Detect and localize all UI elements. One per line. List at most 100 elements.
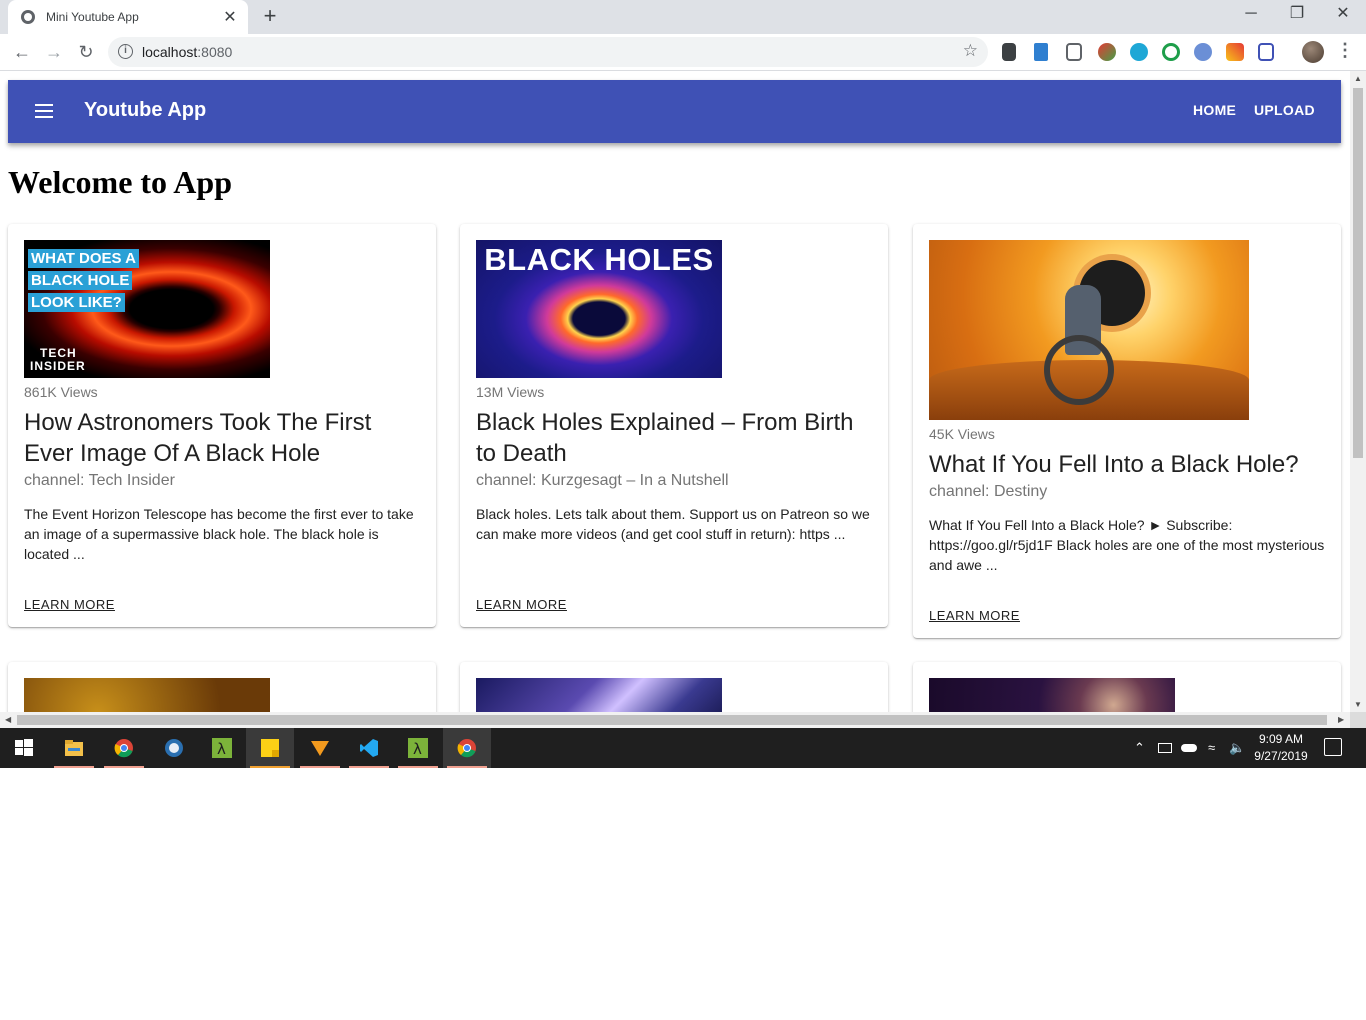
clock-time: 9:09 AM	[1258, 732, 1304, 746]
taskbar-file-explorer[interactable]	[50, 728, 98, 768]
reload-icon[interactable]: ↻	[73, 39, 99, 65]
bookmark-star-icon[interactable]: ☆	[963, 41, 978, 61]
hamburger-menu-icon[interactable]	[35, 104, 53, 118]
video-title: Black Holes Explained – From Birth to De…	[476, 409, 854, 467]
action-center-icon[interactable]	[1324, 738, 1342, 756]
url-host: localhost	[142, 44, 198, 60]
new-tab-button[interactable]: +	[258, 4, 282, 28]
battery-icon[interactable]	[1158, 743, 1172, 753]
extension-icon-2[interactable]	[1034, 43, 1048, 61]
vertical-scrollbar[interactable]: ▲ ▼	[1350, 71, 1366, 712]
taskbar-vscode[interactable]	[345, 728, 393, 768]
chevron-up-icon[interactable]: ⌃	[1134, 740, 1145, 756]
taskbar-app-blue[interactable]	[150, 728, 198, 768]
video-title: How Astronomers Took The First Ever Imag…	[24, 409, 372, 467]
nav-home[interactable]: HOME	[1193, 102, 1236, 118]
app-bar: Youtube App HOME UPLOAD	[8, 80, 1341, 143]
running-indicator	[250, 766, 290, 768]
extension-icon-4[interactable]	[1098, 43, 1116, 61]
running-indicator	[54, 766, 94, 768]
thumbnail-caption: LOOK LIKE?	[28, 293, 125, 312]
taskbar-chrome-active[interactable]	[443, 728, 491, 768]
system-clock[interactable]: 9:09 AM 9/27/2019	[1248, 731, 1314, 765]
scrollbar-thumb[interactable]	[1353, 88, 1363, 458]
globe-icon	[21, 10, 35, 24]
nav-upload[interactable]: UPLOAD	[1254, 102, 1315, 118]
brand-line: INSIDER	[30, 359, 86, 373]
taskbar-chrome[interactable]	[100, 728, 148, 768]
extension-icon-6[interactable]	[1162, 43, 1180, 61]
volume-muted-icon[interactable]: 🔈	[1229, 740, 1245, 756]
video-card	[913, 662, 1341, 712]
vscode-icon	[360, 739, 378, 757]
extension-icon-8[interactable]	[1226, 43, 1244, 61]
thumbnail-caption: BLACK HOLE	[28, 271, 133, 290]
taskbar-sticky-notes[interactable]	[246, 728, 294, 768]
learn-more-button[interactable]: LEARN MORE	[476, 597, 567, 612]
extension-icon-9[interactable]	[1258, 43, 1274, 61]
video-thumbnail[interactable]	[929, 678, 1175, 712]
video-card: BLACK HOLES 13M Views Black Holes Explai…	[460, 224, 888, 627]
info-icon[interactable]: i	[118, 44, 133, 59]
thumbnail-caption: WHAT DOES A	[28, 249, 139, 268]
channel-name: channel: Kurzgesagt – In a Nutshell	[476, 472, 729, 489]
horizontal-scrollbar[interactable]: ◀ ▶	[0, 712, 1350, 728]
restore-button[interactable]: ❐	[1274, 0, 1320, 30]
video-card: 45K Views What If You Fell Into a Black …	[913, 224, 1341, 638]
browser-tab-strip: Mini Youtube App ✕ + ─ ❐ ✕	[0, 0, 1366, 34]
minimize-button[interactable]: ─	[1228, 0, 1274, 30]
browser-tab[interactable]: Mini Youtube App ✕	[8, 0, 248, 34]
scroll-down-icon[interactable]: ▼	[1354, 700, 1362, 709]
taskbar: λ λ ⌃ ≈ 🔈 9:09 AM 9/27/2019	[0, 728, 1366, 768]
learn-more-button[interactable]: LEARN MORE	[929, 608, 1020, 623]
scroll-up-icon[interactable]: ▲	[1354, 74, 1362, 83]
scrollbar-thumb[interactable]	[17, 715, 1327, 725]
running-indicator	[349, 766, 389, 768]
tab-title: Mini Youtube App	[46, 10, 139, 24]
lambda-icon: λ	[408, 738, 428, 758]
video-thumbnail[interactable]	[929, 240, 1249, 420]
app-icon	[165, 739, 183, 757]
profile-avatar[interactable]	[1302, 41, 1324, 63]
video-thumbnail[interactable]: WHAT DOES A BLACK HOLE LOOK LIKE? TECH IN…	[24, 240, 270, 378]
video-thumbnail[interactable]	[476, 678, 722, 712]
tab-close-icon[interactable]: ✕	[222, 7, 238, 27]
forward-arrow-icon[interactable]: →	[41, 39, 67, 65]
video-thumbnail[interactable]	[24, 678, 270, 712]
thumbnail-caption: BLACK HOLES	[484, 242, 714, 277]
browser-menu-icon[interactable]: ⋮	[1336, 40, 1354, 61]
close-window-button[interactable]: ✕	[1320, 0, 1366, 30]
video-description: What If You Fell Into a Black Hole? ► Su…	[929, 517, 1325, 573]
extension-icon-3[interactable]	[1066, 43, 1082, 61]
scrollbar-corner	[1350, 712, 1366, 728]
taskbar-app-w[interactable]	[296, 728, 344, 768]
extension-icon-5[interactable]	[1130, 43, 1148, 61]
running-indicator	[398, 766, 438, 768]
video-description: The Event Horizon Telescope has become t…	[24, 506, 414, 562]
video-thumbnail[interactable]: BLACK HOLES	[476, 240, 722, 378]
start-button[interactable]	[0, 728, 48, 768]
channel-name: channel: Tech Insider	[24, 472, 175, 489]
taskbar-lambda-app-2[interactable]: λ	[394, 728, 442, 768]
thumbnail-brand: TECH INSIDER	[30, 347, 86, 373]
view-count: 13M Views	[476, 384, 545, 400]
learn-more-button[interactable]: LEARN MORE	[24, 597, 115, 612]
scroll-right-icon[interactable]: ▶	[1338, 715, 1344, 724]
clock-date: 9/27/2019	[1254, 749, 1308, 763]
chrome-icon	[114, 739, 133, 758]
scroll-left-icon[interactable]: ◀	[5, 715, 11, 724]
running-indicator	[104, 766, 144, 768]
address-bar[interactable]: i localhost:8080 ☆	[108, 37, 988, 67]
url-port: :8080	[197, 44, 233, 60]
cloud-icon[interactable]	[1181, 744, 1197, 752]
view-count: 861K Views	[24, 384, 98, 400]
wifi-icon[interactable]: ≈	[1208, 740, 1215, 755]
taskbar-lambda-app[interactable]: λ	[198, 728, 246, 768]
video-card	[460, 662, 888, 712]
extension-icon-7[interactable]	[1194, 43, 1212, 61]
page-heading: Welcome to App	[8, 164, 232, 200]
extension-icon-1[interactable]	[1002, 43, 1016, 61]
back-arrow-icon[interactable]: ←	[9, 39, 35, 65]
video-card	[8, 662, 436, 712]
thumbnail-art	[1044, 335, 1114, 405]
